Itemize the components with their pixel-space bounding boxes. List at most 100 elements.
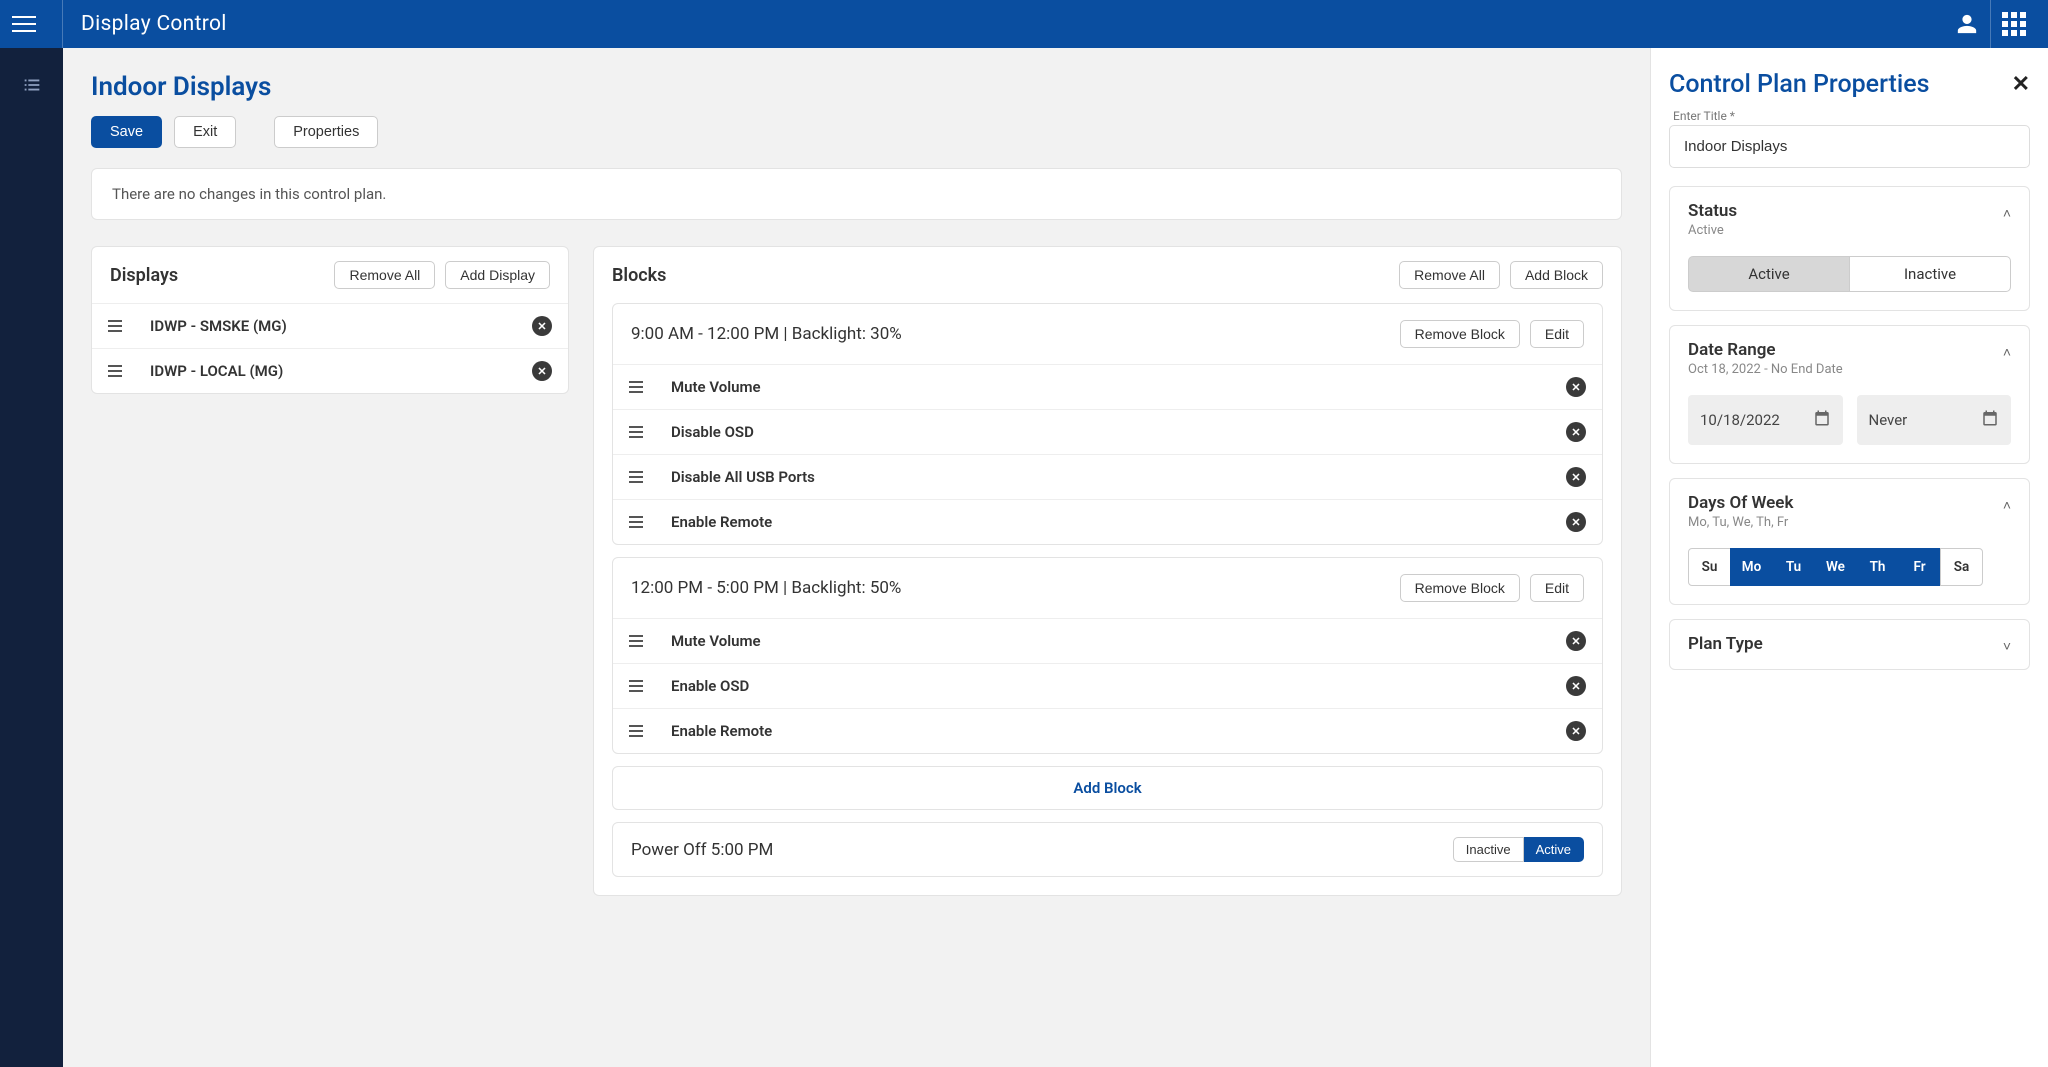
calendar-icon bbox=[1813, 409, 1831, 431]
title-field-label: Enter Title * bbox=[1673, 109, 2030, 123]
setting-label: Disable All USB Ports bbox=[671, 468, 1566, 486]
setting-label: Mute Volume bbox=[671, 632, 1566, 650]
remove-display-icon[interactable]: ✕ bbox=[532, 316, 552, 336]
days-accordion-header[interactable]: Days Of Week Mo, Tu, We, Th, Fr ˄ bbox=[1670, 479, 2029, 544]
block-header: 12:00 PM - 5:00 PM | Backlight: 50% bbox=[631, 578, 901, 598]
display-name: IDWP - LOCAL (MG) bbox=[150, 362, 532, 380]
day-toggle-tu[interactable]: Tu bbox=[1772, 548, 1815, 586]
setting-label: Enable Remote bbox=[671, 513, 1566, 531]
day-toggle-fr[interactable]: Fr bbox=[1898, 548, 1941, 586]
remove-setting-icon[interactable]: ✕ bbox=[1566, 422, 1586, 442]
status-active-button[interactable]: Active bbox=[1688, 256, 1850, 292]
power-active-button[interactable]: Active bbox=[1524, 837, 1584, 862]
drag-handle-icon[interactable] bbox=[108, 320, 126, 332]
setting-row[interactable]: Enable Remote ✕ bbox=[613, 708, 1602, 753]
chevron-up-icon: ˄ bbox=[2003, 205, 2011, 222]
display-row[interactable]: IDWP - SMSKE (MG) ✕ bbox=[92, 303, 568, 348]
properties-button[interactable]: Properties bbox=[274, 116, 378, 148]
remove-setting-icon[interactable]: ✕ bbox=[1566, 676, 1586, 696]
drag-handle-icon[interactable] bbox=[629, 725, 647, 737]
chevron-up-icon: ˄ bbox=[2003, 344, 2011, 361]
start-date-input[interactable]: 10/18/2022 bbox=[1688, 395, 1843, 445]
blocks-panel: Blocks Remove All Add Block 9:00 AM - 12… bbox=[593, 246, 1622, 896]
edit-block-button[interactable]: Edit bbox=[1530, 574, 1584, 602]
end-date-value: Never bbox=[1869, 411, 1908, 429]
left-nav bbox=[0, 48, 63, 1067]
list-icon[interactable] bbox=[21, 74, 43, 100]
day-toggle-su[interactable]: Su bbox=[1688, 548, 1731, 586]
day-toggle-th[interactable]: Th bbox=[1856, 548, 1899, 586]
remove-block-button[interactable]: Remove Block bbox=[1400, 320, 1520, 348]
remove-setting-icon[interactable]: ✕ bbox=[1566, 377, 1586, 397]
remove-setting-icon[interactable]: ✕ bbox=[1566, 467, 1586, 487]
add-block-row[interactable]: Add Block bbox=[612, 766, 1603, 810]
setting-row[interactable]: Disable OSD ✕ bbox=[613, 409, 1602, 454]
title-input[interactable] bbox=[1669, 125, 2030, 168]
remove-setting-icon[interactable]: ✕ bbox=[1566, 512, 1586, 532]
page-title: Indoor Displays bbox=[91, 72, 1622, 102]
block-header: 9:00 AM - 12:00 PM | Backlight: 30% bbox=[631, 324, 902, 344]
power-inactive-button[interactable]: Inactive bbox=[1453, 837, 1524, 862]
day-toggle-we[interactable]: We bbox=[1814, 548, 1857, 586]
remove-block-button[interactable]: Remove Block bbox=[1400, 574, 1520, 602]
remove-all-displays-button[interactable]: Remove All bbox=[334, 261, 435, 289]
setting-row[interactable]: Enable OSD ✕ bbox=[613, 663, 1602, 708]
remove-all-blocks-button[interactable]: Remove All bbox=[1399, 261, 1500, 289]
close-icon[interactable]: ✕ bbox=[2012, 72, 2030, 97]
power-row: Power Off 5:00 PM Inactive Active bbox=[612, 822, 1603, 877]
drag-handle-icon[interactable] bbox=[629, 471, 647, 483]
date-range-heading: Date Range bbox=[1688, 340, 1843, 360]
display-name: IDWP - SMSKE (MG) bbox=[150, 317, 532, 335]
plan-type-accordion: Plan Type ˅ bbox=[1669, 619, 2030, 670]
remove-setting-icon[interactable]: ✕ bbox=[1566, 721, 1586, 741]
action-bar: Save Exit Properties bbox=[91, 116, 1622, 148]
blocks-panel-title: Blocks bbox=[612, 265, 666, 286]
apps-icon[interactable] bbox=[1990, 0, 2036, 48]
drag-handle-icon[interactable] bbox=[629, 635, 647, 647]
day-toggle-sa[interactable]: Sa bbox=[1940, 548, 1983, 586]
calendar-icon bbox=[1981, 409, 1999, 431]
power-off-label: Power Off 5:00 PM bbox=[631, 840, 773, 860]
save-button[interactable]: Save bbox=[91, 116, 162, 148]
status-inactive-button[interactable]: Inactive bbox=[1850, 256, 2011, 292]
remove-display-icon[interactable]: ✕ bbox=[532, 361, 552, 381]
add-display-button[interactable]: Add Display bbox=[445, 261, 550, 289]
status-sub: Active bbox=[1688, 223, 1737, 238]
setting-label: Enable OSD bbox=[671, 677, 1566, 695]
date-range-accordion-header[interactable]: Date Range Oct 18, 2022 - No End Date ˄ bbox=[1670, 326, 2029, 391]
drag-handle-icon[interactable] bbox=[629, 516, 647, 528]
end-date-input[interactable]: Never bbox=[1857, 395, 2012, 445]
days-accordion: Days Of Week Mo, Tu, We, Th, Fr ˄ SuMoTu… bbox=[1669, 478, 2030, 605]
topbar: Display Control bbox=[0, 0, 2048, 48]
setting-row[interactable]: Enable Remote ✕ bbox=[613, 499, 1602, 544]
exit-button[interactable]: Exit bbox=[174, 116, 236, 148]
chevron-down-icon: ˅ bbox=[2003, 638, 2011, 655]
edit-block-button[interactable]: Edit bbox=[1530, 320, 1584, 348]
properties-sidebar: Control Plan Properties ✕ Enter Title * … bbox=[1650, 48, 2048, 1067]
day-toggle-mo[interactable]: Mo bbox=[1730, 548, 1773, 586]
status-accordion: Status Active ˄ Active Inactive bbox=[1669, 186, 2030, 311]
plan-type-accordion-header[interactable]: Plan Type ˅ bbox=[1670, 620, 2029, 669]
display-row[interactable]: IDWP - LOCAL (MG) ✕ bbox=[92, 348, 568, 393]
setting-row[interactable]: Mute Volume ✕ bbox=[613, 364, 1602, 409]
menu-icon[interactable] bbox=[12, 10, 40, 38]
drag-handle-icon[interactable] bbox=[629, 680, 647, 692]
setting-label: Mute Volume bbox=[671, 378, 1566, 396]
drag-handle-icon[interactable] bbox=[629, 381, 647, 393]
date-range-accordion: Date Range Oct 18, 2022 - No End Date ˄ … bbox=[1669, 325, 2030, 464]
setting-label: Enable Remote bbox=[671, 722, 1566, 740]
remove-setting-icon[interactable]: ✕ bbox=[1566, 631, 1586, 651]
days-sub: Mo, Tu, We, Th, Fr bbox=[1688, 515, 1793, 530]
drag-handle-icon[interactable] bbox=[629, 426, 647, 438]
status-accordion-header[interactable]: Status Active ˄ bbox=[1670, 187, 2029, 252]
add-block-button[interactable]: Add Block bbox=[1510, 261, 1603, 289]
setting-row[interactable]: Disable All USB Ports ✕ bbox=[613, 454, 1602, 499]
app-title: Display Control bbox=[81, 12, 227, 36]
drag-handle-icon[interactable] bbox=[108, 365, 126, 377]
days-heading: Days Of Week bbox=[1688, 493, 1793, 513]
status-heading: Status bbox=[1688, 201, 1737, 221]
user-icon[interactable] bbox=[1944, 0, 1990, 48]
chevron-up-icon: ˄ bbox=[2003, 497, 2011, 514]
date-range-sub: Oct 18, 2022 - No End Date bbox=[1688, 362, 1843, 377]
setting-row[interactable]: Mute Volume ✕ bbox=[613, 618, 1602, 663]
